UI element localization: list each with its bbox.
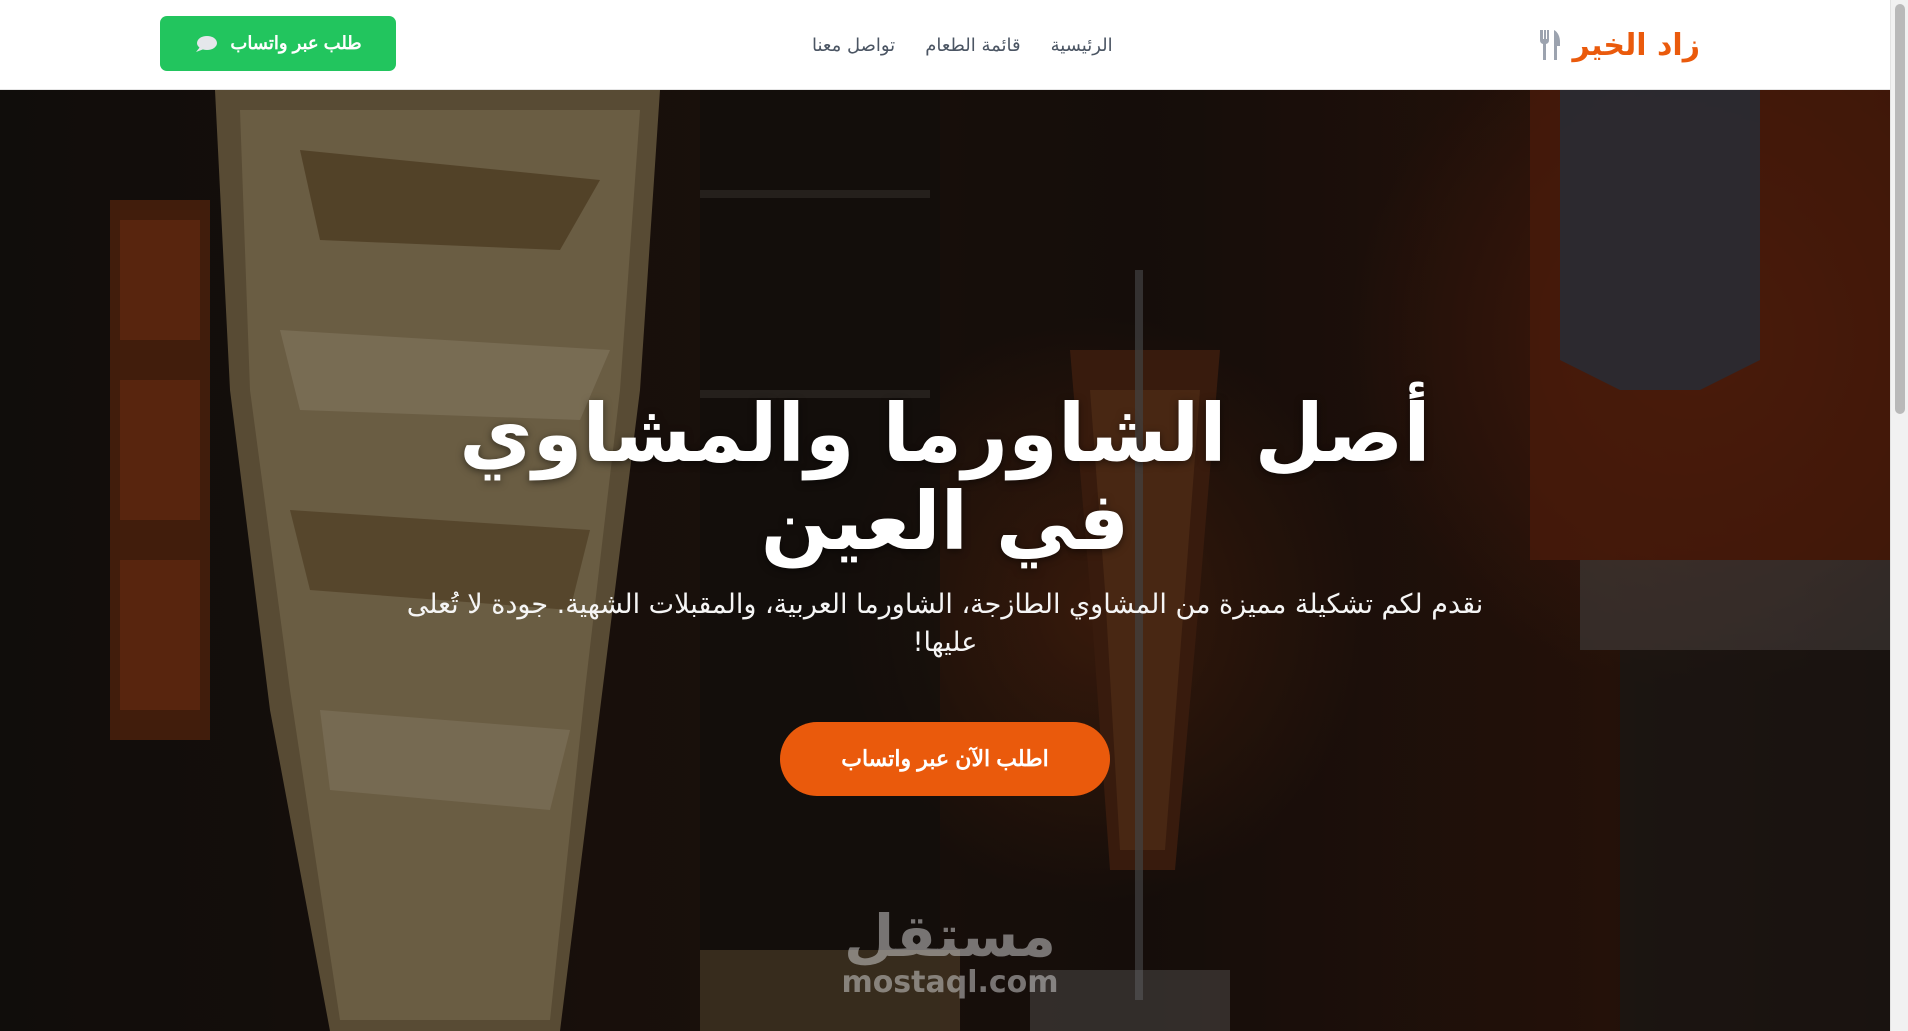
brand-logo[interactable]: زاد الخير xyxy=(1537,24,1700,66)
whatsapp-order-label: طلب عبر واتساب xyxy=(230,33,362,53)
brand-name: زاد الخير xyxy=(1572,27,1700,63)
whatsapp-order-button[interactable]: طلب عبر واتساب xyxy=(160,16,396,71)
watermark-logo: مستقل mostaql.com xyxy=(830,905,1070,999)
page: زاد الخير الرئيسية قائمة الطعام تواصل مع… xyxy=(0,0,1908,1031)
nav-link-contact[interactable]: تواصل معنا xyxy=(812,35,895,56)
nav-link-menu[interactable]: قائمة الطعام xyxy=(925,35,1020,56)
watermark-arabic: مستقل xyxy=(843,902,1057,970)
order-now-button[interactable]: اطلب الآن عبر واتساب xyxy=(780,722,1110,796)
hero-title: أصل الشاورما والمشاوي في العين xyxy=(459,387,1431,568)
nav-link-home[interactable]: الرئيسية xyxy=(1051,35,1113,56)
hero-subtitle: نقدم لكم تشكيلة مميزة من المشاوي الطازجة… xyxy=(406,589,1484,658)
utensils-icon xyxy=(1539,30,1560,60)
main-nav: الرئيسية قائمة الطعام تواصل معنا xyxy=(812,30,1113,60)
chat-bubble-icon xyxy=(196,35,218,52)
hero-content: أصل الشاورما والمشاوي في العين نقدم لكم … xyxy=(350,390,1540,796)
hero-section: أصل الشاورما والمشاوي في العين نقدم لكم … xyxy=(0,90,1890,1031)
scrollbar-thumb[interactable] xyxy=(1895,4,1905,414)
vertical-scrollbar[interactable] xyxy=(1890,0,1908,1031)
order-now-label: اطلب الآن عبر واتساب xyxy=(841,746,1049,771)
navbar: زاد الخير الرئيسية قائمة الطعام تواصل مع… xyxy=(0,0,1890,90)
watermark-latin: mostaql.com xyxy=(841,965,1059,1000)
